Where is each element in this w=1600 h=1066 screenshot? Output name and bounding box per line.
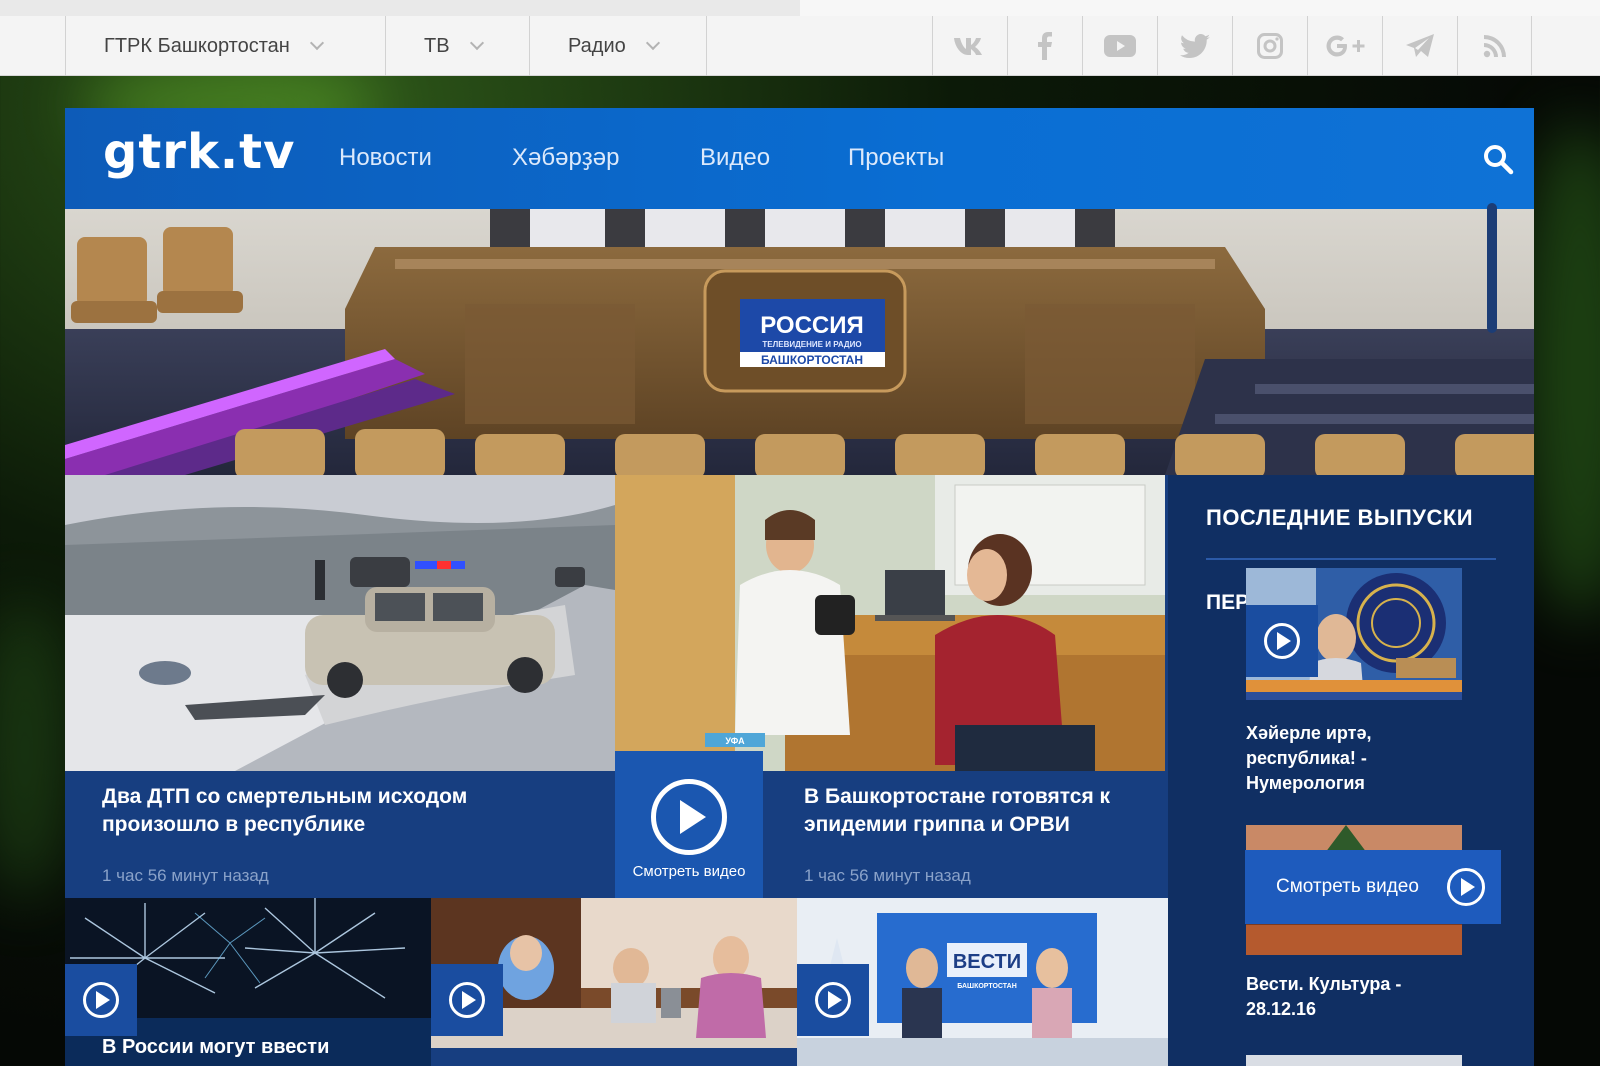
vesti-logo: ВЕСТИ: [953, 951, 1021, 973]
play-button-card-2[interactable]: [431, 964, 503, 1036]
facebook-icon[interactable]: [1007, 16, 1082, 76]
article-tag: УФА: [725, 736, 745, 746]
play-icon: [1447, 868, 1485, 906]
youtube-icon[interactable]: [1082, 16, 1157, 76]
sidebar-item-title-1[interactable]: Хәйерле иртә, республика! - Нумерология: [1246, 721, 1446, 796]
chevron-down-icon: [469, 35, 484, 51]
sidebar-play-button-1[interactable]: [1246, 605, 1318, 677]
play-icon: [449, 982, 485, 1018]
play-icon: [83, 982, 119, 1018]
rss-icon[interactable]: [1457, 16, 1532, 76]
article-time-1: 1 час 56 минут назад: [102, 866, 269, 885]
nav-link-projects[interactable]: Проекты: [848, 144, 944, 172]
hero-banner[interactable]: РОССИЯ ТЕЛЕВИДЕНИЕ И РАДИО БАШКОРТОСТАН: [65, 209, 1534, 475]
article-title-2[interactable]: В Башкортостане готовятся к эпидемии гри…: [804, 783, 1144, 839]
nav-link-news[interactable]: Новости: [339, 144, 432, 172]
article-image-clinic[interactable]: УФА: [615, 475, 1165, 771]
instagram-icon[interactable]: [1232, 16, 1307, 76]
play-icon: [815, 982, 851, 1018]
hero-screen-region: БАШКОРТОСТАН: [761, 353, 863, 367]
twitter-icon[interactable]: [1157, 16, 1232, 76]
google-plus-icon[interactable]: [1307, 16, 1382, 76]
sidebar-title: ПОСЛЕДНИЕ ВЫПУСКИ: [1206, 505, 1474, 530]
utility-bar: ГТРК Башкортостан ТВ Радио: [0, 16, 1600, 76]
background-blur: [0, 600, 70, 900]
sidebar-item-title-2[interactable]: Вести. Культура - 28.12.16: [1246, 972, 1446, 1022]
dropdown-gtrk[interactable]: ГТРК Башкортостан: [65, 16, 385, 76]
hero-screen-title: РОССИЯ: [760, 312, 864, 339]
dropdown-tv-label: ТВ: [424, 34, 450, 57]
latest-episodes-sidebar: ПОСЛЕДНИЕ ВЫПУСКИ ПЕР Хәйерле иртә, респ…: [1168, 475, 1534, 1066]
telegram-icon[interactable]: [1382, 16, 1457, 76]
article-image-crash[interactable]: [65, 475, 615, 771]
dropdown-tv[interactable]: ТВ: [385, 16, 529, 76]
main-navbar: gtrk.tv Новости Хәбәрҙәр Видео Проекты: [65, 108, 1534, 209]
play-button-card-1[interactable]: [65, 964, 137, 1036]
article-title-1[interactable]: Два ДТП со смертельным исходом произошло…: [102, 783, 542, 839]
site-logo[interactable]: gtrk.tv: [103, 124, 295, 180]
watch-video-block[interactable]: Смотреть видео: [615, 751, 763, 901]
play-icon: [1264, 623, 1300, 659]
hero-screen-sub: ТЕЛЕВИДЕНИЕ И РАДИО: [762, 340, 861, 349]
chevron-down-icon: [645, 35, 660, 51]
sidebar-tab[interactable]: ПЕР: [1206, 591, 1249, 615]
sidebar-watch-video-label: Смотреть видео: [1276, 876, 1419, 897]
dropdown-radio[interactable]: Радио: [529, 16, 707, 76]
sidebar-watch-video-button[interactable]: Смотреть видео: [1245, 850, 1501, 924]
chevron-down-icon: [309, 35, 324, 51]
nav-link-haberzar[interactable]: Хәбәрҙәр: [512, 144, 620, 172]
vesti-logo-sub: БАШКОРТОСТАН: [957, 983, 1017, 990]
play-icon: [651, 779, 727, 855]
browser-top-strip: [0, 0, 1600, 16]
studio-illustration: РОССИЯ ТЕЛЕВИДЕНИЕ И РАДИО БАШКОРТОСТАН: [65, 209, 1534, 475]
vk-icon[interactable]: [932, 16, 1007, 76]
nav-link-video[interactable]: Видео: [700, 144, 770, 172]
dropdown-radio-label: Радио: [568, 34, 626, 57]
site-container: gtrk.tv Новости Хәбәрҙәр Видео Проекты Р…: [65, 108, 1534, 1066]
search-icon[interactable]: [1482, 143, 1514, 175]
bottom-card-title-1: В России могут ввести: [102, 1036, 330, 1058]
sidebar-scrollbar[interactable]: [1487, 203, 1497, 333]
article-time-2: 1 час 56 минут назад: [804, 866, 971, 885]
sidebar-divider: [1206, 558, 1496, 560]
watch-video-label: Смотреть видео: [632, 863, 746, 880]
dropdown-gtrk-label: ГТРК Башкортостан: [104, 34, 290, 57]
sidebar-thumb-3[interactable]: [1246, 1055, 1462, 1066]
play-button-card-3[interactable]: [797, 964, 869, 1036]
